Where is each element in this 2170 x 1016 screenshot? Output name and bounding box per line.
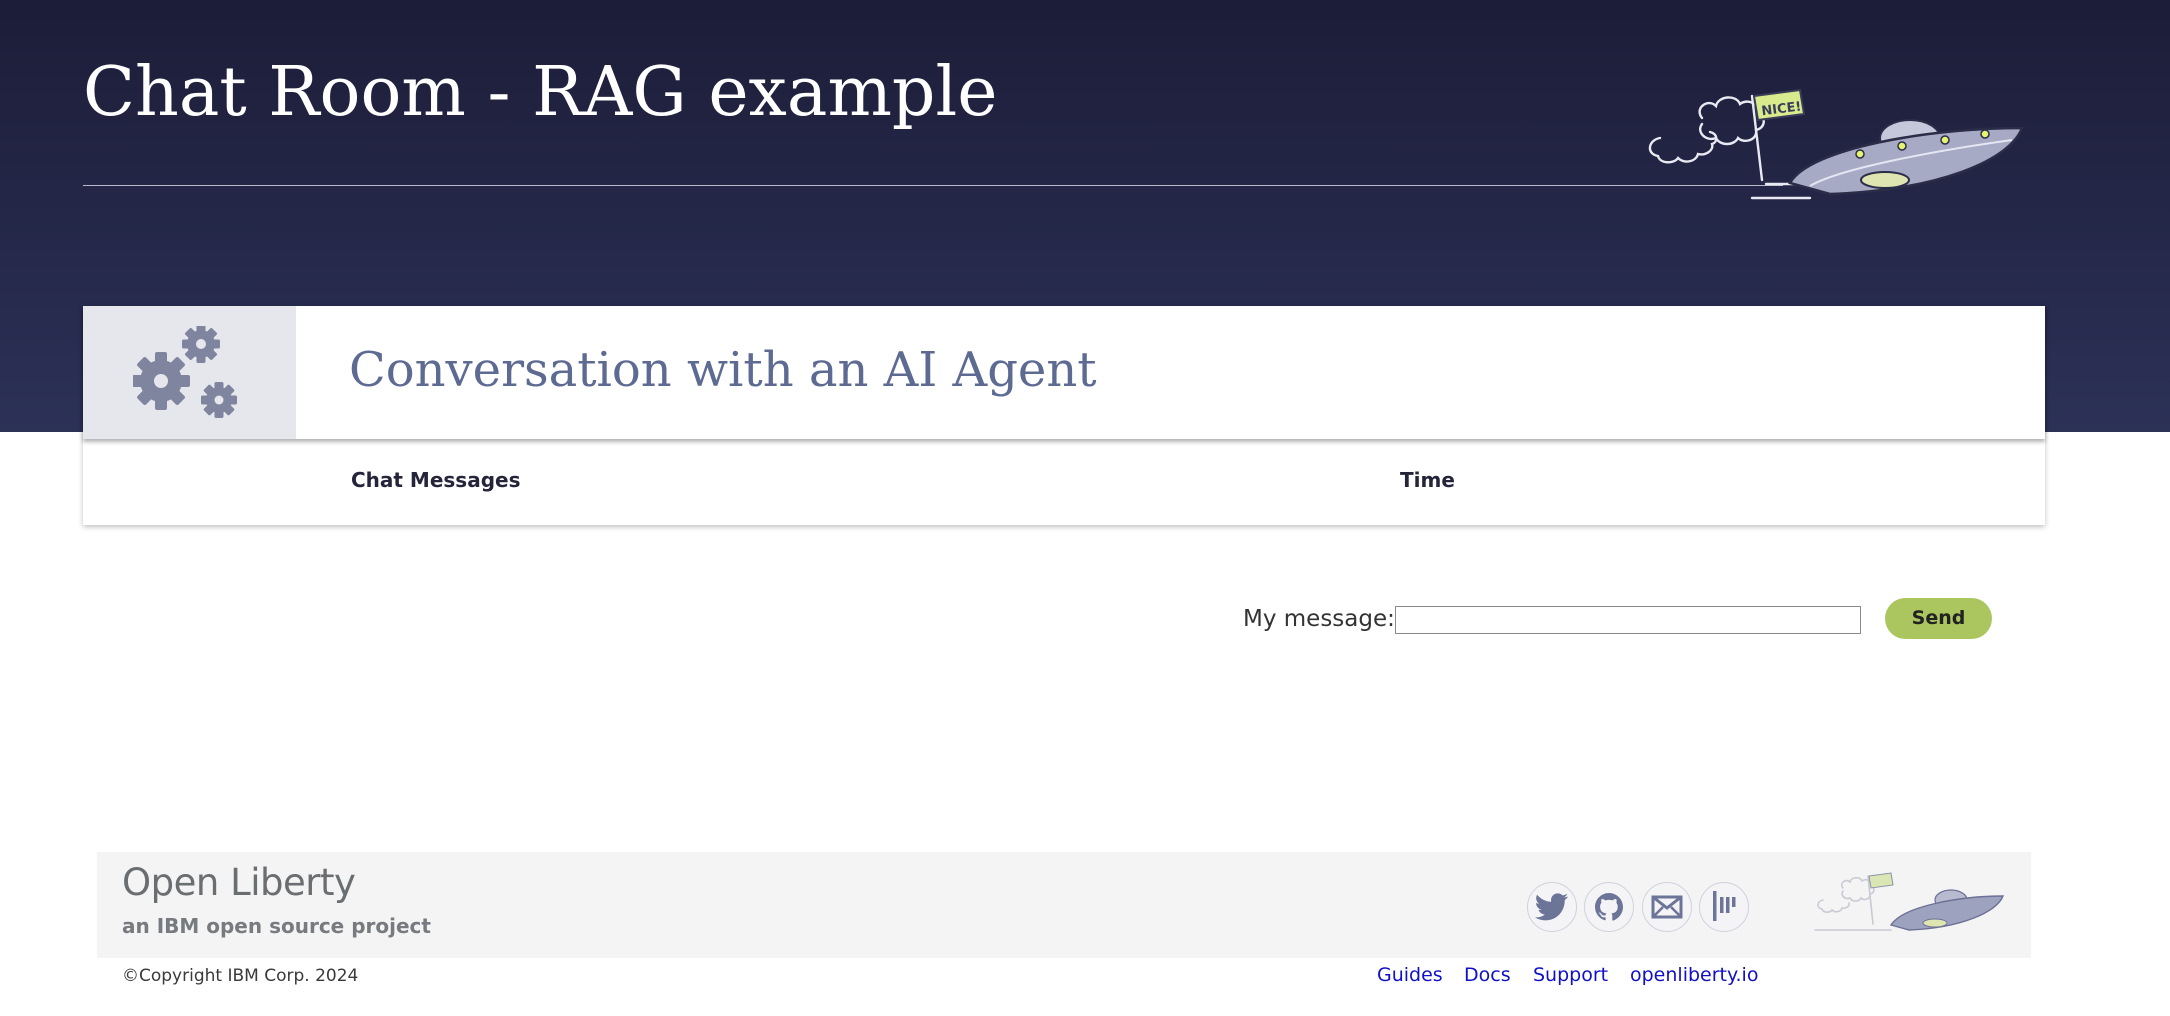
footer-ufo-mascot-icon (1814, 872, 2005, 931)
title-divider (83, 185, 1783, 186)
footer-tagline: an IBM open source project (122, 914, 431, 938)
open-liberty-logo[interactable]: Open Liberty (122, 860, 356, 906)
github-glyph-icon (1595, 893, 1623, 921)
ufo-mascot-icon: NICE! (1648, 88, 2024, 200)
email-icon[interactable] (1642, 882, 1692, 932)
gear-panel (83, 306, 296, 439)
copyright-text: ©Copyright IBM Corp. 2024 (122, 966, 359, 986)
footer-link-support[interactable]: Support (1533, 962, 1608, 988)
gitter-glyph-icon (1713, 891, 1736, 921)
github-icon[interactable] (1584, 882, 1634, 932)
footer: Open Liberty an IBM open source project (97, 852, 2031, 958)
footer-link-docs[interactable]: Docs (1464, 962, 1511, 988)
card-title: Conversation with an AI Agent (349, 342, 1097, 398)
twitter-icon[interactable] (1527, 882, 1577, 932)
column-header-time: Time (1400, 468, 1455, 492)
gears-icon (133, 326, 237, 418)
message-label: My message: (1243, 606, 1395, 632)
send-button[interactable]: Send (1885, 598, 1992, 639)
footer-link-openliberty[interactable]: openliberty.io (1630, 962, 1758, 988)
message-input[interactable] (1395, 606, 1861, 634)
twitter-glyph-icon (1535, 893, 1569, 921)
column-header-chat-messages: Chat Messages (351, 468, 521, 492)
card-header: Conversation with an AI Agent (83, 306, 2045, 439)
conversation-card: Conversation with an AI Agent Chat Messa… (83, 306, 2045, 525)
footer-link-guides[interactable]: Guides (1377, 962, 1443, 988)
page-title: Chat Room - RAG example (83, 53, 998, 132)
gitter-icon[interactable] (1699, 882, 1749, 932)
envelope-glyph-icon (1651, 895, 1683, 919)
